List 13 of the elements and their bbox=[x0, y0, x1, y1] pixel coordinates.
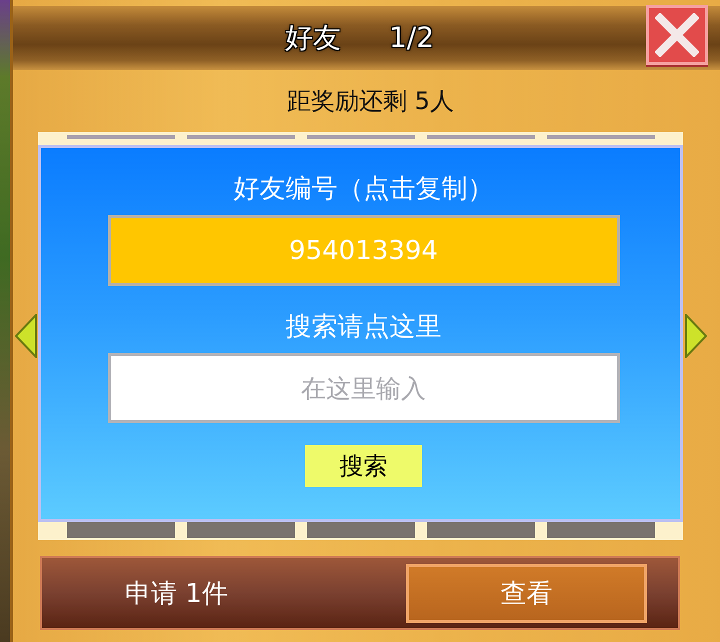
search-button[interactable]: 搜索 bbox=[305, 445, 422, 487]
right-arrow-icon[interactable] bbox=[684, 314, 706, 358]
search-input[interactable]: 在这里输入 bbox=[108, 353, 620, 423]
friend-id-label: 好友编号（点击复制） bbox=[234, 173, 494, 206]
search-label: 搜索请点这里 bbox=[286, 311, 442, 344]
page-counter: 1/2 bbox=[388, 20, 436, 56]
view-button[interactable]: 查看 bbox=[406, 564, 647, 622]
close-icon bbox=[655, 13, 699, 57]
left-arrow-icon[interactable] bbox=[14, 314, 36, 358]
request-count-text: 申请 1件 bbox=[125, 578, 228, 610]
reward-progress-text: 距奖励还剩 5人 bbox=[286, 86, 455, 117]
close-button[interactable] bbox=[646, 5, 708, 65]
dialog-title: 好友 bbox=[284, 20, 342, 56]
